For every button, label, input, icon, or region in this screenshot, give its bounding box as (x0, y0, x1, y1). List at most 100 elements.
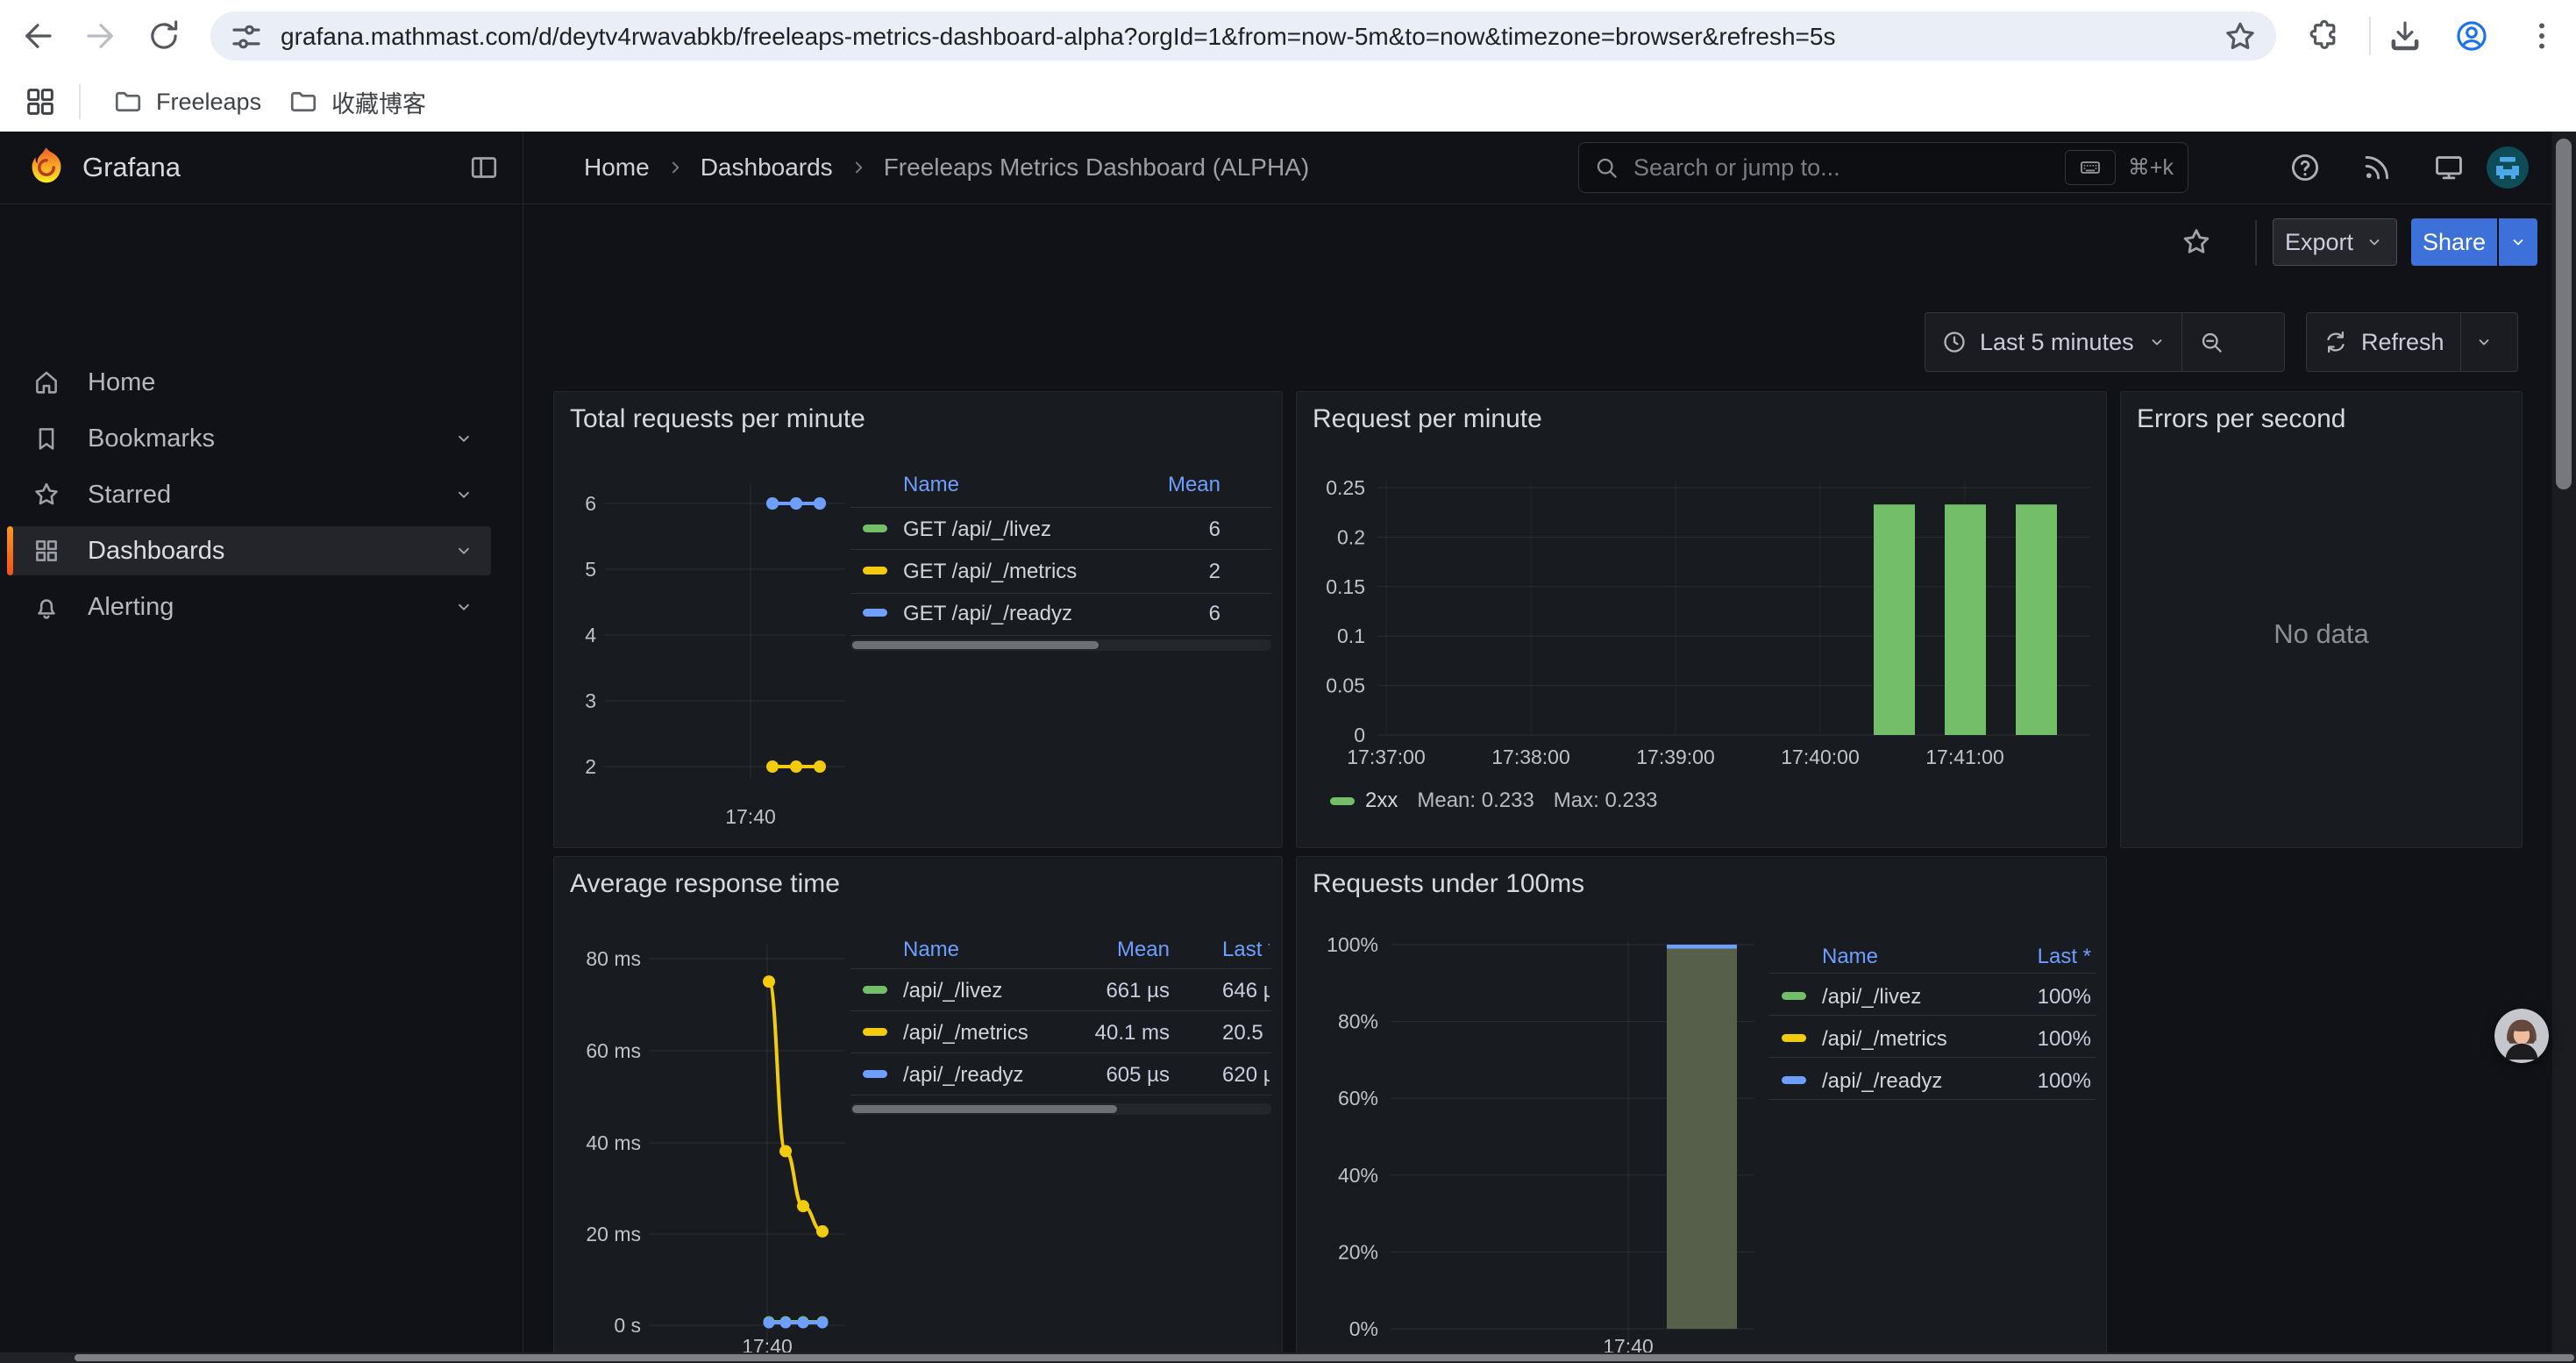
data-point (766, 760, 779, 773)
vertical-scrollbar-thumb[interactable] (2556, 139, 2572, 489)
url-bar[interactable]: grafana.mathmast.com/d/deytv4rwavabkb/fr… (210, 11, 2276, 61)
search-input[interactable] (1632, 153, 2053, 182)
legend-series-swatch (1330, 797, 1355, 805)
brand-label: Grafana (82, 152, 181, 183)
folder-icon (288, 86, 319, 118)
help-icon[interactable] (2288, 151, 2322, 184)
search-box[interactable]: ⌘+k (1578, 142, 2188, 193)
sidebar-item-starred[interactable]: Starred (7, 470, 491, 519)
panel-request-per-minute: Request per minute 00.050.10.150.20.2517… (1296, 391, 2107, 848)
horizontal-scrollbar[interactable] (0, 1352, 2576, 1363)
bar (1945, 504, 1986, 735)
panel-requests-under-100ms: Requests under 100ms 0%20%40%60%80%100%1… (1296, 856, 2107, 1363)
axis-label: 40 ms (586, 1131, 641, 1154)
sidebar-item-alerting[interactable]: Alerting (7, 582, 491, 632)
zoom-out-icon[interactable] (2198, 329, 2224, 355)
folder-icon (112, 86, 144, 118)
dashboards-icon (32, 536, 61, 566)
data-point (790, 760, 802, 773)
panel-average-response-time: Average response time 0 s20 ms40 ms60 ms… (553, 856, 1283, 1363)
user-avatar[interactable] (2487, 146, 2529, 189)
refresh-button[interactable]: Refresh (2306, 312, 2518, 372)
extensions-icon[interactable] (2306, 18, 2343, 54)
data-point (764, 1317, 775, 1329)
bookmarks-divider (79, 84, 81, 119)
axis-label: 0.1 (1337, 624, 1365, 647)
chevron-down-icon[interactable] (452, 596, 475, 618)
axis-label: 0 (1354, 724, 1365, 746)
profile-icon[interactable] (2453, 18, 2490, 54)
sidebar-item-bookmarks[interactable]: Bookmarks (7, 414, 491, 463)
chart-canvas: 0%20%40%60%80%100%17:40 (1297, 857, 2107, 1363)
export-button[interactable]: Export (2273, 218, 2397, 266)
refresh-interval-icon[interactable] (2473, 332, 2494, 353)
time-range-picker[interactable]: Last 5 minutes (1925, 312, 2285, 372)
data-point (814, 497, 826, 510)
axis-label: 60% (1338, 1087, 1378, 1110)
assistant-avatar[interactable] (2494, 1009, 2549, 1063)
no-data-message: No data (2121, 618, 2522, 650)
legend-max: Max: 0.233 (1554, 789, 1658, 813)
chevron-down-icon[interactable] (452, 427, 475, 450)
breadcrumb-current: Freeleaps Metrics Dashboard (ALPHA) (884, 153, 1310, 182)
export-label: Export (2285, 229, 2353, 256)
bookmark-label: Freeleaps (156, 89, 261, 116)
apps-grid-icon[interactable] (23, 84, 58, 119)
vertical-scrollbar[interactable] (2552, 132, 2576, 1363)
breadcrumb-dashboards[interactable]: Dashboards (701, 153, 833, 182)
display-icon[interactable] (2432, 151, 2466, 184)
share-button[interactable]: Share (2411, 218, 2497, 266)
breadcrumb: Home Dashboards Freeleaps Metrics Dashbo… (584, 132, 1309, 203)
favorite-dashboard-icon[interactable] (2180, 225, 2213, 259)
axis-label: 0.2 (1337, 525, 1365, 548)
data-point (817, 1317, 829, 1329)
breadcrumb-separator-icon (664, 156, 687, 179)
legend-row[interactable]: 2xx Mean: 0.233 Max: 0.233 (1330, 789, 1658, 813)
keyboard-icon (2079, 156, 2102, 179)
bookmark-page-icon[interactable] (2222, 18, 2259, 55)
reload-icon[interactable] (146, 18, 182, 54)
sidebar-item-home[interactable]: Home (7, 358, 491, 407)
group-divider (2181, 313, 2182, 371)
panel-title[interactable]: Errors per second (2137, 404, 2345, 434)
back-icon[interactable] (19, 18, 56, 54)
data-point (798, 1317, 809, 1329)
news-icon[interactable] (2360, 151, 2394, 184)
axis-label: 17:41:00 (1925, 746, 2004, 768)
data-point (816, 1225, 829, 1238)
breadcrumb-home[interactable]: Home (584, 153, 650, 182)
axis-label: 2 (585, 755, 596, 778)
chevron-down-icon[interactable] (452, 539, 475, 562)
downloads-icon[interactable] (2387, 18, 2423, 54)
axis-label: 60 ms (586, 1039, 641, 1062)
bar (1667, 949, 1737, 1330)
axis-label: 0 s (614, 1314, 641, 1337)
axis-label: 0.25 (1326, 476, 1365, 499)
horizontal-scrollbar-thumb[interactable] (75, 1354, 2574, 1361)
browser-menu-icon[interactable] (2523, 18, 2560, 54)
refresh-label: Refresh (2361, 329, 2444, 356)
data-point (780, 1317, 792, 1329)
shortcut-label: ⌘+k (2128, 154, 2174, 181)
data-point (814, 760, 826, 773)
legend-series-name: 2xx (1365, 789, 1398, 813)
axis-label: 6 (585, 492, 596, 515)
bookmark-folder-freeleaps[interactable]: Freeleaps (98, 81, 275, 123)
series-line (769, 981, 822, 1231)
bar (1874, 504, 1915, 735)
forward-icon[interactable] (82, 18, 119, 54)
sidebar-item-label: Starred (88, 481, 171, 510)
sidebar-item-label: Alerting (88, 593, 174, 622)
share-label: Share (2423, 229, 2486, 256)
grafana-logo[interactable] (25, 146, 68, 189)
legend-mean: Mean: 0.233 (1417, 789, 1534, 813)
collapse-sidebar-icon[interactable] (468, 152, 500, 183)
bookmark-folder-blogs[interactable]: 收藏博客 (274, 81, 440, 123)
axis-label: 4 (585, 624, 596, 646)
site-settings-icon[interactable] (228, 18, 265, 55)
sidebar-item-dashboards[interactable]: Dashboards (7, 526, 491, 575)
url-text: grafana.mathmast.com/d/deytv4rwavabkb/fr… (281, 23, 2202, 51)
chevron-down-icon[interactable] (452, 483, 475, 506)
bar (1667, 945, 1737, 949)
share-menu-button[interactable] (2499, 218, 2537, 266)
